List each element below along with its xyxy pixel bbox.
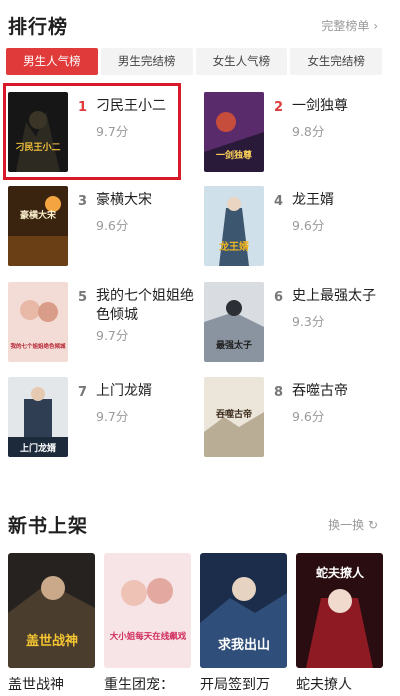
ranking-tabs: 男生人气榜 男生完结榜 女生人气榜 女生完结榜 bbox=[6, 48, 382, 75]
cover-title: 龙王婿 bbox=[218, 240, 250, 253]
cover-title: 盖世战神 bbox=[26, 633, 78, 649]
tab-female-completed[interactable]: 女生完结榜 bbox=[290, 48, 382, 75]
book-title: 豪横大宋 bbox=[96, 192, 152, 208]
rank-number: 6 bbox=[274, 290, 284, 305]
cover-art: 求我出山 bbox=[200, 553, 287, 668]
book-cover[interactable]: 龙王婿 bbox=[204, 186, 264, 266]
book-score: 9.8分 bbox=[292, 124, 325, 139]
ranking-item[interactable]: 一剑独尊 2 一剑独尊 9.8分 bbox=[204, 92, 394, 184]
rank-number: 2 bbox=[274, 100, 284, 115]
book-score: 9.7分 bbox=[96, 328, 129, 343]
tab-female-popular[interactable]: 女生人气榜 bbox=[195, 48, 288, 75]
ranking-item[interactable]: 上门龙婿 7 上门龙婿 9.7分 bbox=[8, 377, 198, 469]
cover-art: 大小姐每天在线飙戏 bbox=[104, 553, 191, 668]
cover-art: 龙王婿 bbox=[204, 186, 264, 266]
cover-art: 豪横大宋 bbox=[8, 186, 68, 266]
cover-art: 上门龙婿 bbox=[8, 377, 68, 457]
rank-number: 3 bbox=[78, 194, 88, 209]
book-score: 9.6分 bbox=[292, 409, 325, 424]
book-cover[interactable]: 上门龙婿 bbox=[8, 377, 68, 457]
new-books-title: 新书上架 bbox=[8, 515, 89, 537]
book-cover[interactable]: 盖世战神 bbox=[8, 553, 95, 668]
ranking-item[interactable]: 吞噬古帝 8 吞噬古帝 9.6分 bbox=[204, 377, 394, 469]
cover-title: 豪横大宋 bbox=[20, 209, 57, 221]
ranking-item[interactable]: 龙王婿 4 龙王婿 9.6分 bbox=[204, 186, 394, 278]
new-book-card[interactable]: 求我出山 开局签到万 bbox=[200, 553, 287, 693]
book-cover[interactable]: 豪横大宋 bbox=[8, 186, 68, 266]
book-score: 9.3分 bbox=[292, 314, 325, 329]
cover-title: 最强太子 bbox=[216, 339, 252, 351]
cover-title: 大小姐每天在线飙戏 bbox=[110, 631, 187, 642]
cover-art: 最强太子 bbox=[204, 282, 264, 362]
new-books-header: 新书上架 换一换 ↻ bbox=[0, 503, 400, 543]
book-cover[interactable]: 我的七个姐姐绝色倾城 bbox=[8, 282, 68, 362]
book-title: 我的七个姐姐绝色倾城 bbox=[96, 288, 194, 323]
new-book-card[interactable]: 盖世战神 盖世战神 bbox=[8, 553, 95, 693]
book-score: 9.6分 bbox=[96, 218, 129, 233]
ranking-item[interactable]: 豪横大宋 3 豪横大宋 9.6分 bbox=[8, 186, 198, 278]
cover-art: 一剑独尊 bbox=[204, 92, 264, 172]
tab-male-popular[interactable]: 男生人气榜 bbox=[6, 48, 98, 75]
ranking-title: 排行榜 bbox=[8, 16, 69, 38]
book-title: 盖世战神 bbox=[8, 677, 64, 693]
new-book-card[interactable]: 蛇夫撩人 蛇夫撩人 bbox=[296, 553, 383, 693]
book-title: 史上最强太子 bbox=[292, 288, 376, 304]
rank-number: 8 bbox=[274, 385, 284, 400]
cover-title: 一剑独尊 bbox=[216, 149, 252, 161]
book-cover[interactable]: 蛇夫撩人 bbox=[296, 553, 383, 668]
book-cover[interactable]: 吞噬古帝 bbox=[204, 377, 264, 457]
cover-title: 求我出山 bbox=[218, 637, 270, 653]
cover-art: 盖世战神 bbox=[8, 553, 95, 668]
cover-art: 我的七个姐姐绝色倾城 bbox=[8, 282, 68, 362]
book-cover[interactable]: 大小姐每天在线飙戏 bbox=[104, 553, 191, 668]
cover-title: 我的七个姐姐绝色倾城 bbox=[10, 342, 66, 350]
book-title: 一剑独尊 bbox=[292, 98, 348, 114]
tab-male-completed[interactable]: 男生完结榜 bbox=[100, 48, 193, 75]
book-cover[interactable]: 一剑独尊 bbox=[204, 92, 264, 172]
full-ranking-link[interactable]: 完整榜单 › bbox=[321, 17, 378, 34]
cover-title: 蛇夫撩人 bbox=[316, 565, 365, 580]
book-title: 上门龙婿 bbox=[96, 383, 152, 399]
ranking-item[interactable]: 最强太子 6 史上最强太子 9.3分 bbox=[204, 282, 394, 374]
cover-art: 蛇夫撩人 bbox=[296, 553, 383, 668]
new-book-card[interactable]: 大小姐每天在线飙戏 重生团宠： bbox=[104, 553, 191, 693]
rank-number: 5 bbox=[78, 290, 88, 305]
rank-number: 4 bbox=[274, 194, 284, 209]
ranking-header: 排行榜 完整榜单 › bbox=[0, 4, 400, 44]
book-score: 9.6分 bbox=[292, 218, 325, 233]
book-title: 重生团宠： bbox=[104, 677, 174, 693]
book-cover[interactable]: 最强太子 bbox=[204, 282, 264, 362]
refresh-button[interactable]: 换一换 ↻ bbox=[328, 516, 378, 533]
book-title: 吞噬古帝 bbox=[292, 383, 348, 399]
book-score: 9.7分 bbox=[96, 409, 129, 424]
ranking-item[interactable]: 我的七个姐姐绝色倾城 5 我的七个姐姐绝色倾城 9.7分 bbox=[8, 282, 198, 374]
book-title: 蛇夫撩人 bbox=[296, 677, 352, 693]
cover-title: 上门龙婿 bbox=[20, 442, 57, 454]
book-title: 龙王婿 bbox=[292, 192, 334, 208]
highlight-box bbox=[3, 83, 181, 180]
rank-number: 7 bbox=[78, 385, 88, 400]
cover-art: 吞噬古帝 bbox=[204, 377, 264, 457]
book-cover[interactable]: 求我出山 bbox=[200, 553, 287, 668]
book-title: 开局签到万 bbox=[200, 677, 270, 693]
cover-title: 吞噬古帝 bbox=[216, 408, 252, 420]
